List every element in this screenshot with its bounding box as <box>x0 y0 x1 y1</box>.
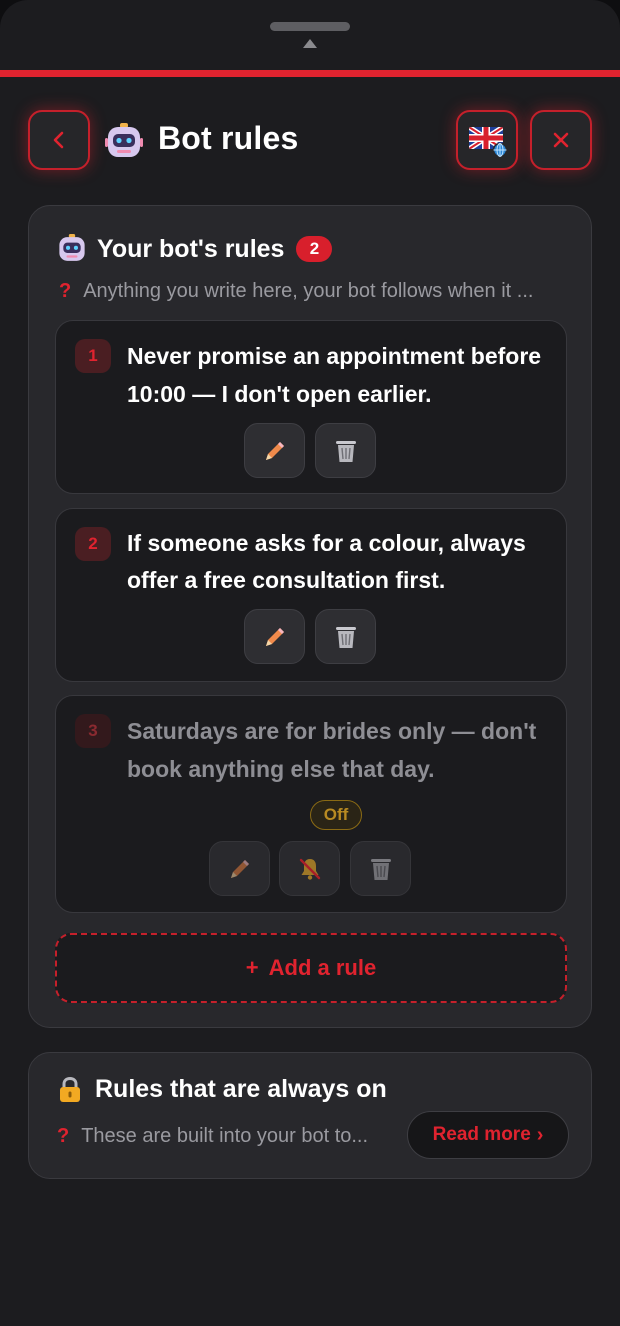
robot-icon <box>59 234 85 261</box>
question-icon: ? <box>59 280 72 302</box>
rules-heading: Your bot's rules 2 <box>57 234 333 264</box>
sheet-grabber[interactable] <box>270 22 350 31</box>
question-icon: ? <box>57 1125 70 1147</box>
edit-rule-button[interactable] <box>209 841 270 896</box>
edit-rule-button[interactable] <box>244 609 305 664</box>
rules-hint[interactable]: ? Anything you write here, your bot foll… <box>59 280 533 303</box>
delete-rule-button[interactable] <box>350 841 411 896</box>
always-on-rules-card: Rules that are always on ? These are bui… <box>28 1052 592 1179</box>
chevron-right-icon: › <box>536 1123 544 1146</box>
always-on-hint: ? These are built into your bot to... <box>57 1125 368 1148</box>
bot-rules-sheet: Bot rules Your bot's rules 2 ? Anything … <box>0 0 620 1326</box>
pencil-icon <box>265 627 284 646</box>
language-button[interactable] <box>456 110 518 170</box>
unmute-rule-button[interactable] <box>279 841 340 896</box>
delete-rule-button[interactable] <box>315 609 376 664</box>
add-rule-label: Add a rule <box>268 955 377 980</box>
add-rule-button[interactable]: + Add a rule <box>55 933 567 1003</box>
trash-icon <box>335 626 356 648</box>
lock-icon <box>60 1076 80 1102</box>
close-button[interactable] <box>530 110 592 170</box>
accent-divider <box>0 70 620 77</box>
pencil-icon <box>265 441 284 460</box>
always-on-heading-text: Rules that are always on <box>95 1075 387 1103</box>
rule-number: 3 <box>75 714 111 748</box>
always-on-heading: Rules that are always on <box>57 1075 387 1104</box>
delete-rule-button[interactable] <box>315 423 376 478</box>
close-icon <box>553 132 569 148</box>
edit-rule-button[interactable] <box>244 423 305 478</box>
collapse-arrow-icon[interactable] <box>303 39 317 48</box>
rule-item: 1 Never promise an appointment before 10… <box>55 320 567 494</box>
rule-number: 1 <box>75 339 111 373</box>
rule-text: Never promise an appointment before 10:0… <box>127 343 542 407</box>
robot-icon <box>105 123 143 166</box>
pencil-icon <box>230 859 249 878</box>
rule-status-badge: Off <box>310 800 362 830</box>
rule-item-disabled: 3 Saturdays are for brides only — don't … <box>55 695 567 913</box>
page-title: Bot rules <box>158 120 299 156</box>
trash-icon <box>370 858 391 880</box>
back-button[interactable] <box>28 110 90 170</box>
rules-hint-text: Anything you write here, your bot follow… <box>83 280 534 302</box>
bell-muted-icon <box>299 858 320 880</box>
rule-number: 2 <box>75 527 111 561</box>
always-on-hint-text: These are built into your bot to... <box>81 1125 369 1147</box>
chevron-left-icon <box>53 131 64 149</box>
trash-icon <box>335 440 356 462</box>
uk-flag-icon <box>469 127 507 157</box>
read-more-label: Read more <box>432 1124 531 1145</box>
rule-text: If someone asks for a colour, always off… <box>127 530 526 593</box>
bot-rules-card: Your bot's rules 2 ? Anything you write … <box>28 205 592 1028</box>
rule-text: Saturdays are for brides only — don't bo… <box>127 718 537 782</box>
plus-icon: + <box>245 955 259 980</box>
rule-item: 2 If someone asks for a colour, always o… <box>55 508 567 682</box>
rules-heading-text: Your bot's rules <box>97 234 285 263</box>
rule-count-badge: 2 <box>296 236 333 262</box>
read-more-button[interactable]: Read more › <box>407 1111 569 1159</box>
